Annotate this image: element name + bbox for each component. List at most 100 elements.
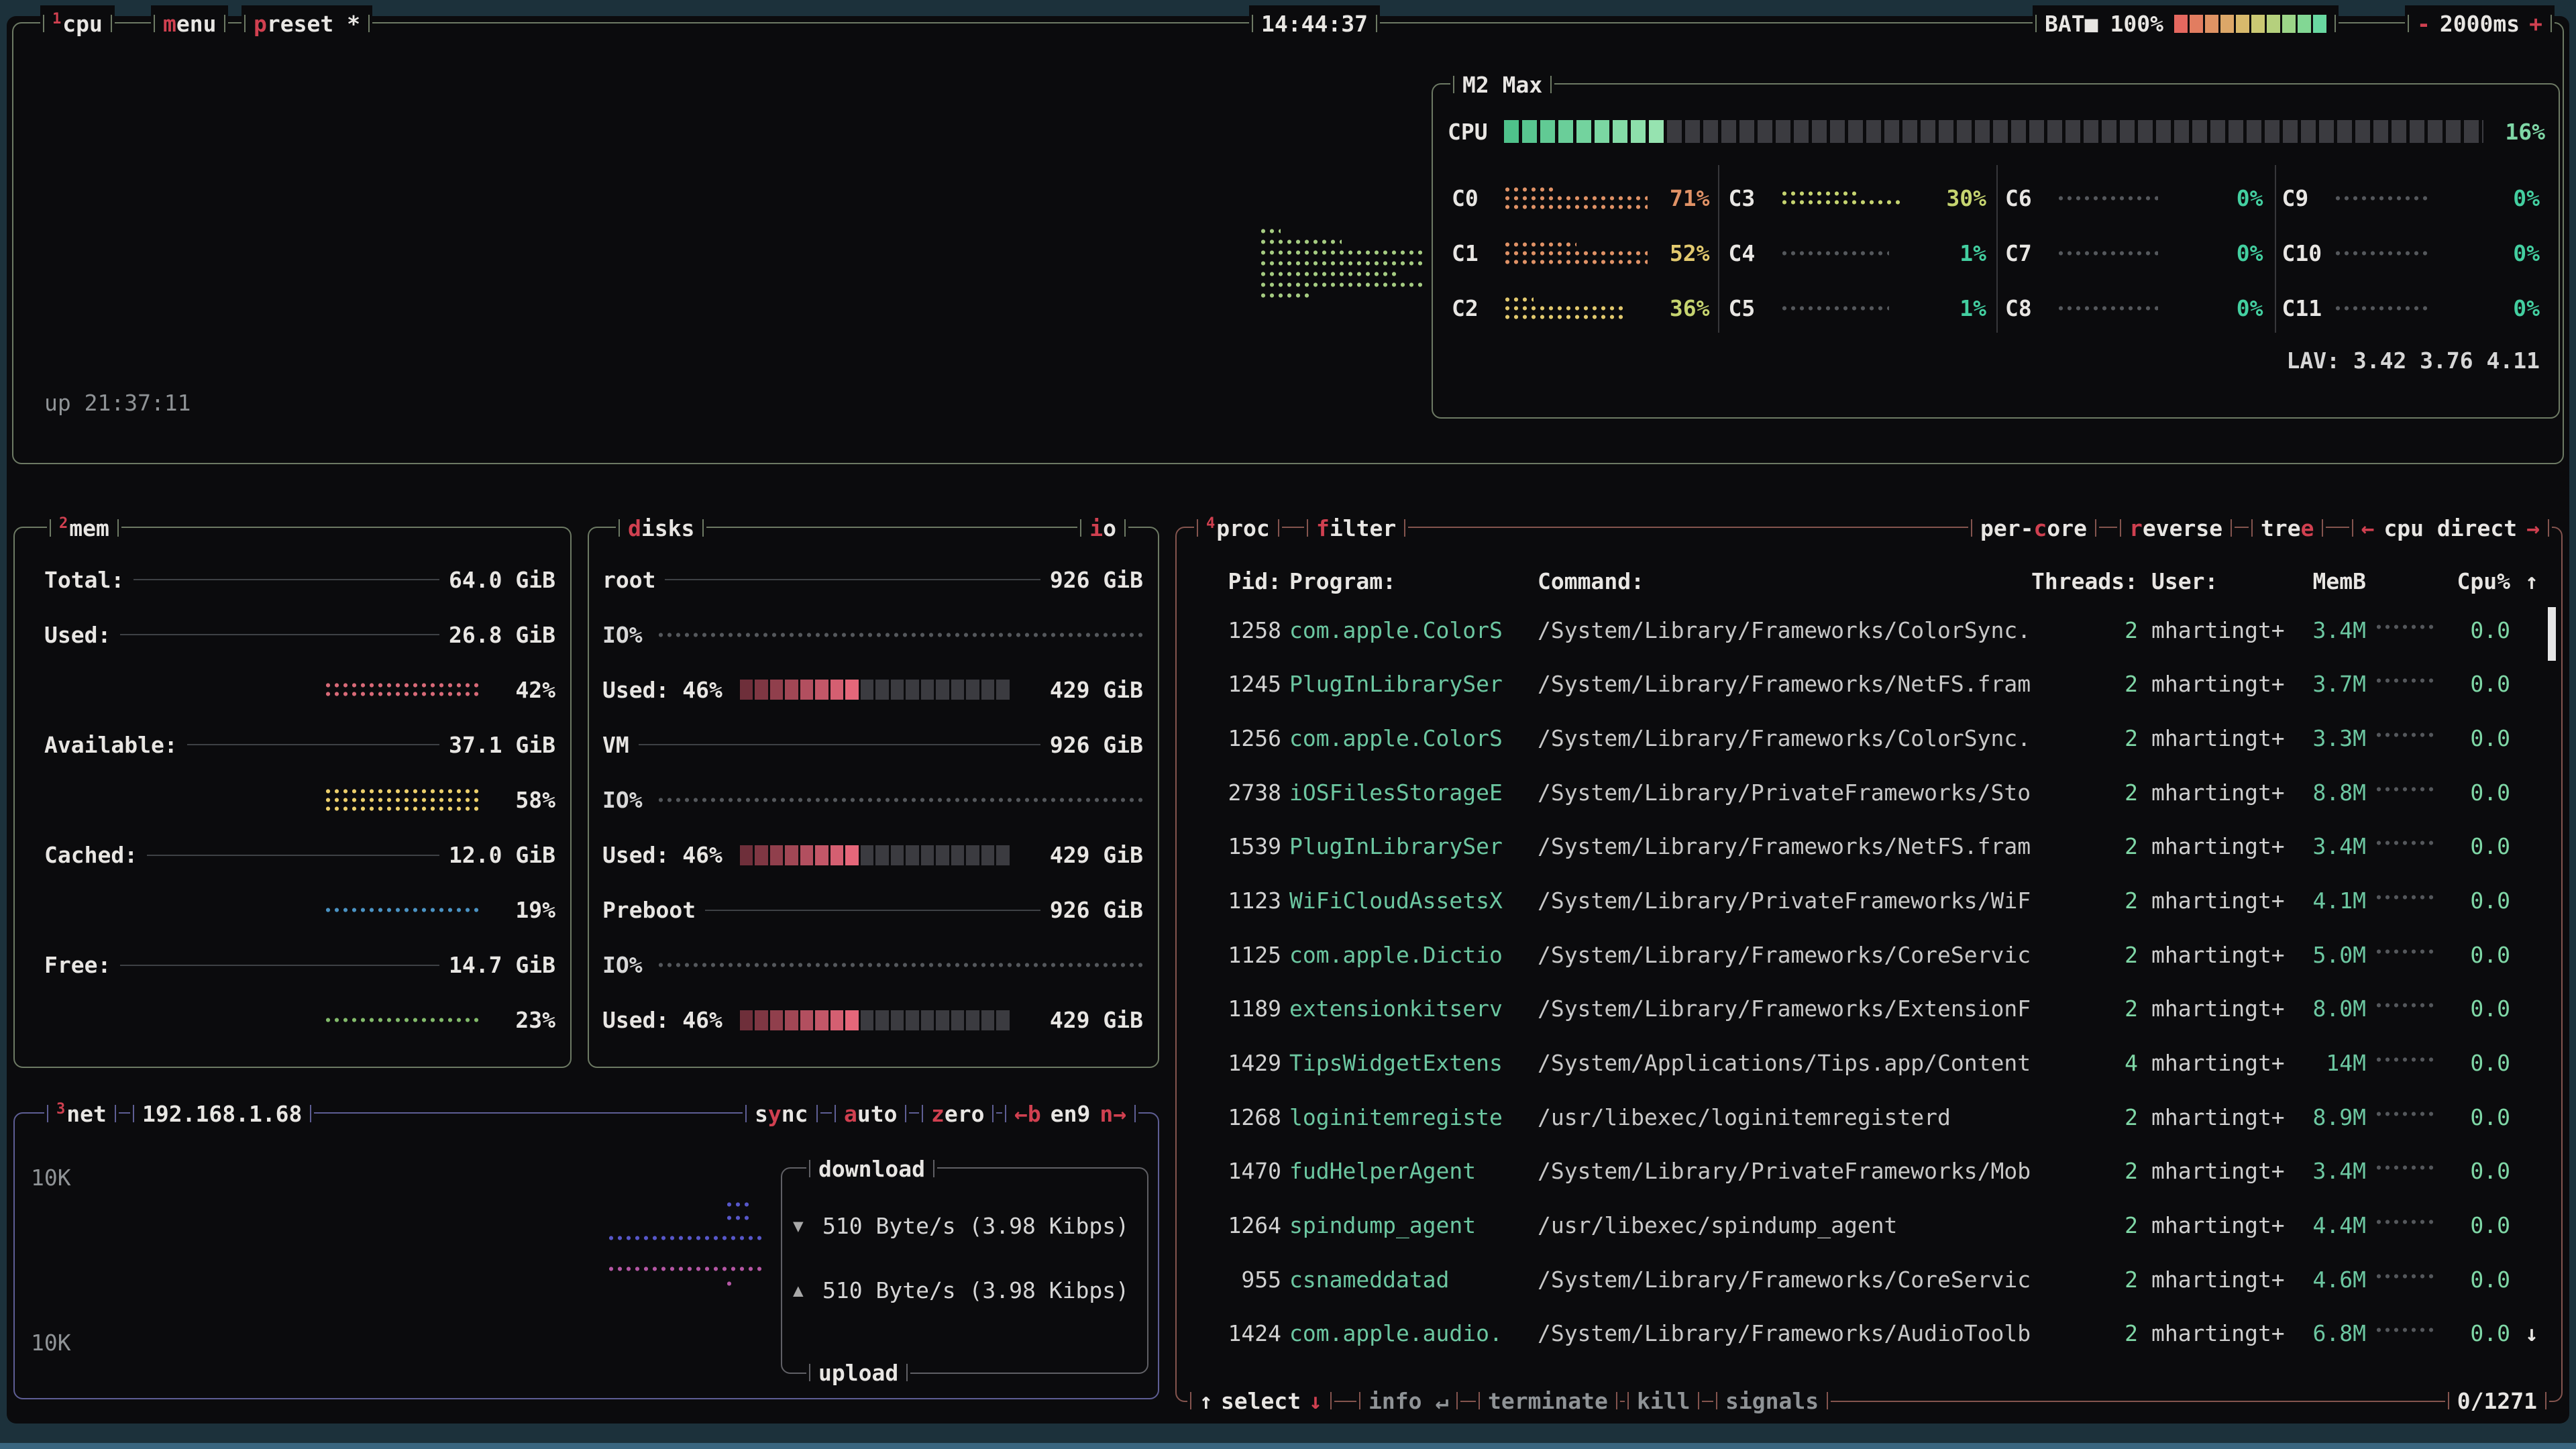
next-interface-button[interactable]: n→ [1099,1101,1126,1127]
scrollbar-thumb[interactable] [2548,607,2556,661]
process-mem: 8.0M [2289,996,2366,1022]
column-cpu[interactable]: Cpu% [2440,568,2510,594]
process-pid: 1268 [1187,1104,1281,1130]
select-control[interactable]: ↑ select ↓ [1187,1383,1334,1419]
process-row[interactable]: 1189 extensionkitserv /System/Library/Fr… [1187,981,2551,1036]
process-row[interactable]: 1429 TipsWidgetExtens /System/Applicatio… [1187,1036,2551,1090]
column-user: User: [2138,568,2289,594]
menu-button[interactable]: menu [151,5,228,42]
tab-disks[interactable]: disks [616,510,706,546]
disk-used-row: Used: 46% 429 GiB [589,828,1158,883]
sync-button[interactable]: sync [743,1095,820,1132]
process-pid: 2738 [1187,780,1281,806]
core-name: C7 [2005,240,2059,266]
battery-percent: 100% [2110,11,2163,37]
process-threads: 2 [2031,888,2138,914]
process-list: 1258 com.apple.ColorS /System/Library/Fr… [1187,603,2551,1360]
disk-name: root [602,567,655,593]
process-program: extensionkitserv [1289,996,1521,1022]
network-panel: 3net 192.168.1.68 sync auto zero ←b en9 … [13,1112,1159,1399]
process-cpu-graph [2366,1165,2440,1177]
tree-button[interactable]: tree [2249,510,2326,546]
process-command: /usr/libexec/spindump_agent [1538,1212,2031,1238]
process-user: mhartingt+ [2138,671,2289,697]
zero-button[interactable]: zero [919,1095,996,1132]
process-row[interactable]: 2738 iOSFilesStorageE /System/Library/Pr… [1187,765,2551,820]
process-row[interactable]: 1539 PlugInLibrarySer /System/Library/Fr… [1187,820,2551,874]
select-up-icon[interactable]: ↑ [1199,1388,1213,1414]
prev-interface-button[interactable]: ←b [1014,1101,1041,1127]
memory-row: Used: 26.8 GiB [15,607,570,662]
select-down-icon[interactable]: ↓ [1309,1388,1322,1414]
disk-io-row: IO% [589,938,1158,993]
signals-button[interactable]: signals [1713,1383,1831,1419]
cpu-usage-percent: 16% [2483,119,2545,145]
process-mem: 3.3M [2289,725,2366,751]
process-table-header: Pid: Program: Command: Threads: User: Me… [1187,566,2538,596]
process-pid: 955 [1187,1267,1281,1293]
interval-increase-button[interactable]: + [2529,11,2542,37]
memory-panel: 2mem Total: 64.0 GiB Used: 26.8 GiB 42% [13,527,572,1068]
process-row[interactable]: 1123 WiFiCloudAssetsX /System/Library/Pr… [1187,873,2551,928]
process-program: com.apple.ColorS [1289,617,1521,643]
process-row[interactable]: 1424 com.apple.audio. /System/Library/Fr… [1187,1306,2551,1360]
process-cpu-graph [2366,678,2440,690]
process-row[interactable]: 1470 fudHelperAgent /System/Library/Priv… [1187,1144,2551,1198]
tab-cpu[interactable]: 1cpu [40,5,115,42]
scroll-more-icon: ↓ [2510,1320,2538,1346]
process-cpu-graph [2366,625,2440,636]
preset-button[interactable]: preset * [241,5,372,42]
memory-row: 42% [15,662,570,717]
process-row[interactable]: 1125 com.apple.Dictio /System/Library/Fr… [1187,928,2551,982]
process-row[interactable]: 1256 com.apple.ColorS /System/Library/Fr… [1187,711,2551,765]
memory-stat-label: Cached: [44,842,138,868]
process-user: mhartingt+ [2138,617,2289,643]
core-name: C11 [2282,295,2336,321]
process-row[interactable]: 1258 com.apple.ColorS /System/Library/Fr… [1187,603,2551,657]
process-mem: 4.6M [2289,1267,2366,1293]
process-user: mhartingt+ [2138,942,2289,968]
screen-edge-accent [0,1443,2576,1449]
process-threads: 2 [2031,1320,2138,1346]
kill-button[interactable]: kill [1625,1383,1702,1419]
process-row[interactable]: 955 csnameddatad /System/Library/Framewo… [1187,1252,2551,1307]
reverse-button[interactable]: reverse [2117,510,2235,546]
process-mem: 4.4M [2289,1212,2366,1238]
process-mem: 4.1M [2289,888,2366,914]
io-mode-button[interactable]: io [1077,510,1128,546]
core-name: C8 [2005,295,2059,321]
disk-used-row: Used: 46% 429 GiB [589,993,1158,1048]
filter-button[interactable]: filter [1304,510,1408,546]
auto-button[interactable]: auto [832,1095,909,1132]
core-name: C5 [1729,295,1782,321]
memory-percent: 42% [495,677,555,703]
core-name: C3 [1729,185,1782,211]
ip-address: 192.168.1.68 [130,1095,314,1132]
memory-percent: 58% [495,787,555,813]
process-command: /System/Library/Frameworks/NetFS.fram [1538,671,2031,697]
net-speed-panel: download ▼ 510 Byte/s (3.98 Kibps) ▲ 510… [781,1167,1148,1374]
core-row: C7 0% [1996,225,2273,280]
sort-next-button[interactable]: → [2526,515,2540,541]
process-row[interactable]: 1268 loginitemregiste /usr/libexec/login… [1187,1090,2551,1144]
process-mem: 8.9M [2289,1104,2366,1130]
tab-proc[interactable]: 4proc [1194,510,1282,546]
per-core-button[interactable]: per-core [1968,510,2099,546]
core-percent: 0% [2201,295,2263,321]
tab-net[interactable]: 3net [44,1095,119,1132]
terminate-button[interactable]: terminate [1476,1383,1620,1419]
interval-decrease-button[interactable]: - [2417,11,2430,37]
sort-prev-button[interactable]: ← [2361,515,2375,541]
core-percent: 0% [2201,240,2263,266]
cpu-bar-label: CPU [1448,119,1504,145]
process-row[interactable]: 1264 spindump_agent /usr/libexec/spindum… [1187,1198,2551,1252]
tab-mem[interactable]: 2mem [47,510,121,546]
info-button[interactable]: info ↵ [1356,1383,1460,1419]
process-cpu-graph [2366,1220,2440,1231]
process-cpu-graph [2366,1057,2440,1069]
process-mem: 3.7M [2289,671,2366,697]
battery-meter [2174,15,2326,33]
process-row[interactable]: 1245 PlugInLibrarySer /System/Library/Fr… [1187,657,2551,712]
core-graph [2336,239,2478,266]
core-percent: 36% [1648,295,1710,321]
